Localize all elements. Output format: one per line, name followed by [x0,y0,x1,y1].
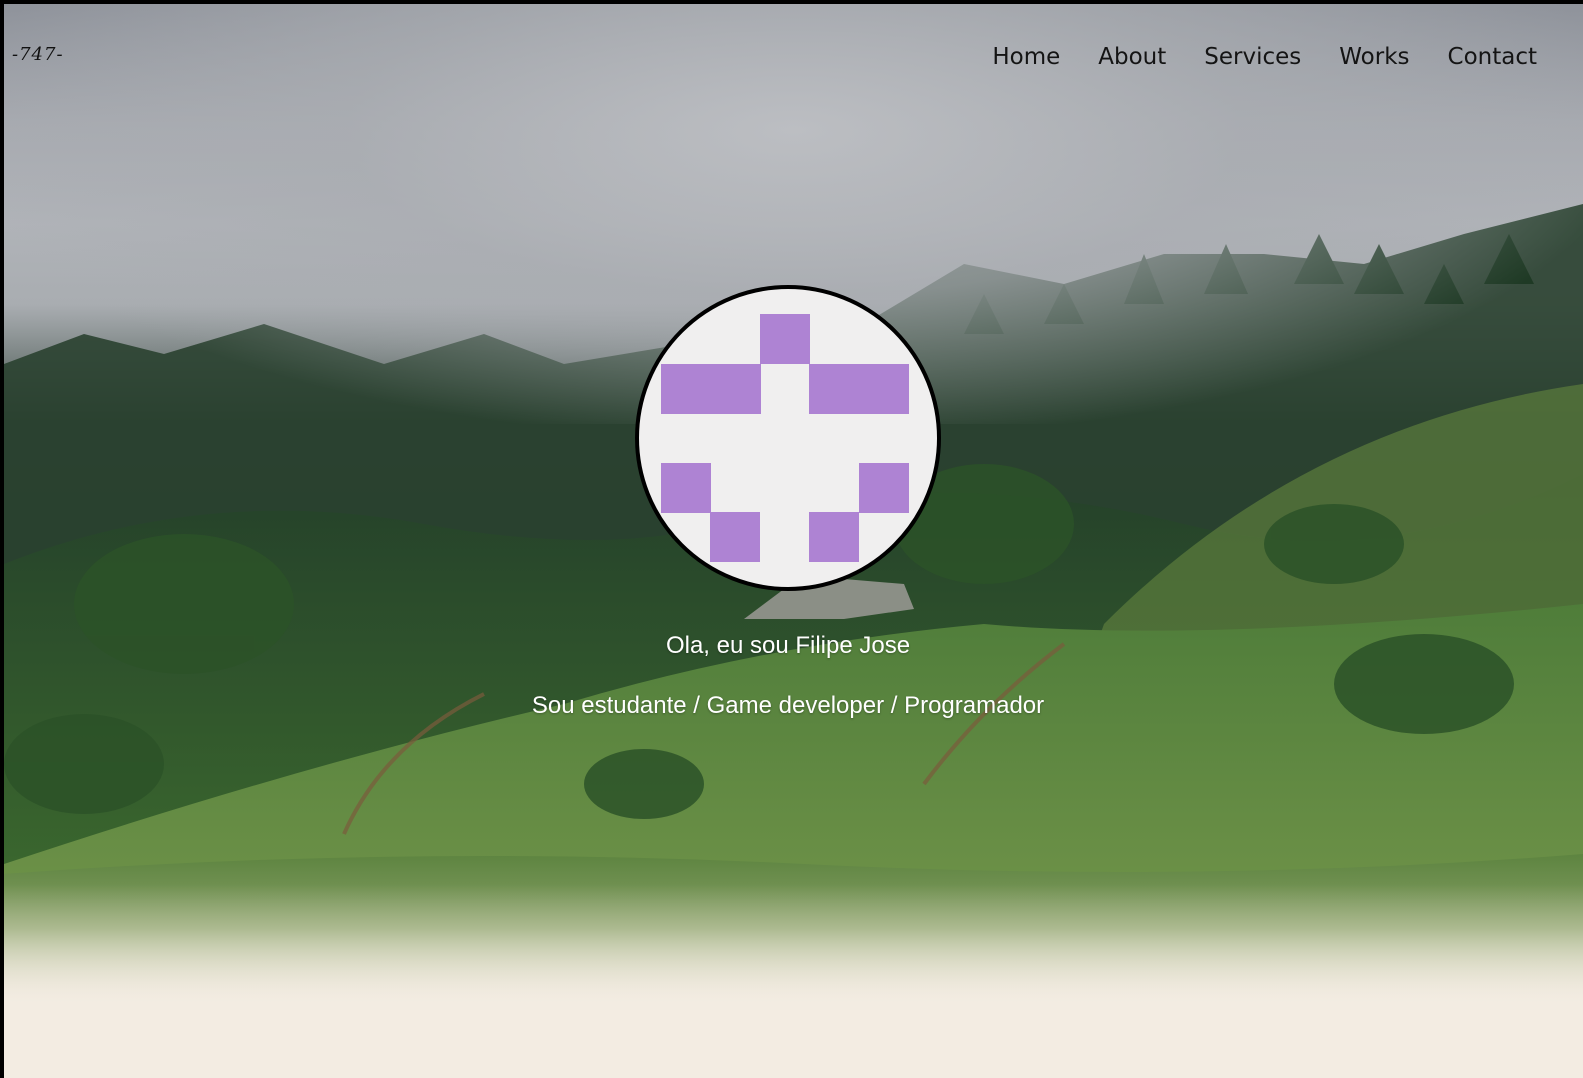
bottom-fade [4,884,1583,1014]
nav-works[interactable]: Works [1339,44,1409,70]
avatar-pixel [760,314,810,364]
avatar-pixel [661,364,761,414]
nav-services[interactable]: Services [1204,44,1301,70]
nav-contact[interactable]: Contact [1448,44,1537,70]
avatar-pixel [809,512,859,562]
site-logo[interactable]: -747- [12,44,64,65]
hero-greeting: Ola, eu sou Filipe Jose [665,632,911,659]
avatar-pixel [661,463,711,513]
main-nav: Home About Services Works Contact [992,44,1537,70]
avatar-pixel [809,364,909,414]
page: -747- Home About Services Works Contact … [4,4,1583,1078]
nav-about[interactable]: About [1098,44,1166,70]
avatar-pixel [859,463,909,513]
hero-tagline: Sou estudante / Game developer / Program… [531,692,1045,719]
avatar [635,285,941,591]
avatar-pixel [710,512,760,562]
nav-home[interactable]: Home [992,44,1060,70]
